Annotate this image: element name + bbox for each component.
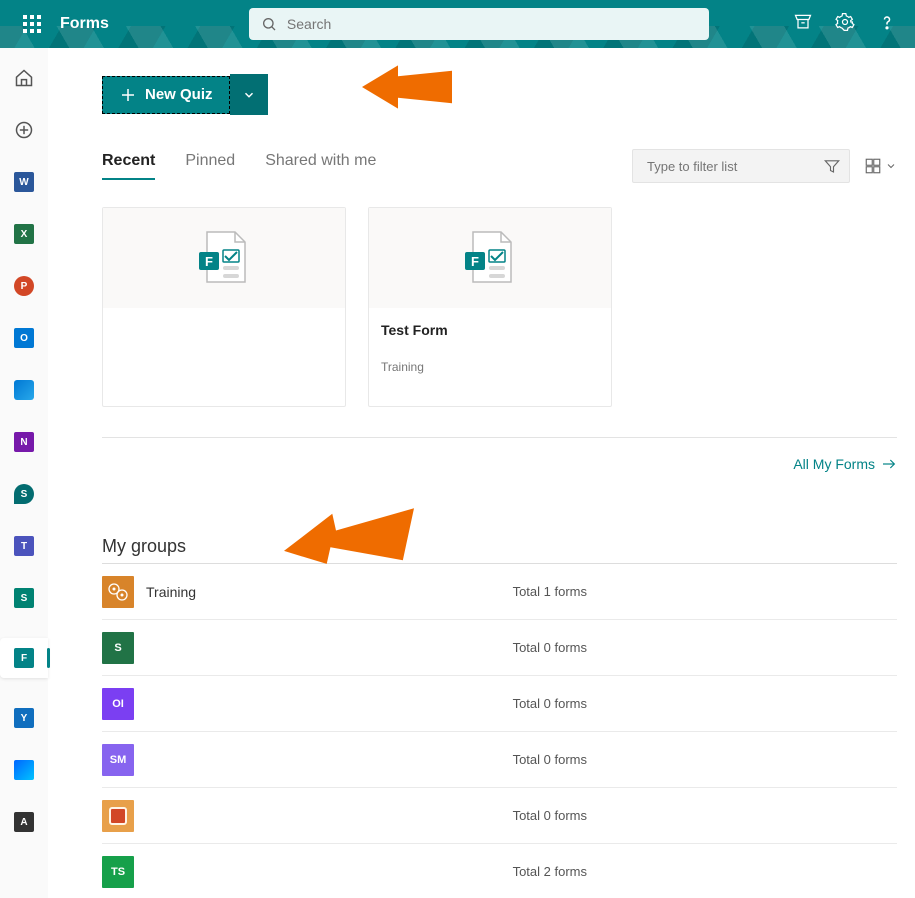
tab-recent[interactable]: Recent — [102, 152, 155, 180]
group-total: Total 1 forms — [513, 584, 587, 599]
grid-icon — [864, 157, 882, 175]
card-subtitle: Training — [381, 360, 599, 374]
svg-text:F: F — [205, 254, 213, 269]
tab-shared-with-me[interactable]: Shared with me — [265, 152, 376, 180]
group-row[interactable]: Training Total 1 forms — [102, 564, 897, 620]
group-name-redacted — [146, 638, 346, 658]
all-forms-link[interactable]: All My Forms — [793, 456, 897, 472]
chevron-down-icon — [242, 88, 256, 102]
filter-icon[interactable] — [823, 157, 841, 175]
rail-item-yammer[interactable]: Y — [12, 706, 36, 730]
my-groups-heading: My groups — [102, 536, 897, 557]
group-name-redacted — [146, 862, 346, 882]
waffle-icon — [23, 15, 41, 33]
group-total: Total 0 forms — [513, 696, 587, 711]
rail-item-admin[interactable]: A — [12, 810, 36, 834]
filter-input[interactable] — [647, 159, 823, 174]
rail-item-excel[interactable]: X — [12, 222, 36, 246]
search-input[interactable] — [277, 16, 709, 32]
group-row[interactable]: SM Total 0 forms — [102, 732, 897, 788]
help-icon[interactable] — [877, 12, 897, 37]
form-card[interactable]: F — [102, 207, 346, 407]
group-icon: TS — [102, 856, 134, 888]
rail-item-onedrive[interactable] — [12, 378, 36, 402]
group-icon: SM — [102, 744, 134, 776]
new-quiz-label: New Quiz — [145, 86, 213, 103]
group-total: Total 0 forms — [513, 640, 587, 655]
tabs-row: Recent Pinned Shared with me — [102, 149, 897, 183]
group-row[interactable]: Total 0 forms — [102, 788, 897, 844]
group-total: Total 0 forms — [513, 752, 587, 767]
group-icon — [102, 576, 134, 608]
annotation-arrow-1 — [362, 60, 452, 114]
rail-item-home[interactable] — [12, 66, 36, 90]
form-card[interactable]: F Test Form Training — [368, 207, 612, 407]
divider — [102, 437, 897, 438]
all-forms-label: All My Forms — [793, 456, 875, 472]
groups-list: Training Total 1 forms S Total 0 forms OI Tot… — [102, 564, 897, 898]
new-quiz-dropdown[interactable] — [230, 74, 268, 115]
annotation-arrow-2 — [284, 502, 414, 572]
rail-item-outlook[interactable]: O — [12, 326, 36, 350]
rail-item-teams[interactable]: T — [12, 534, 36, 558]
chevron-down-icon — [885, 160, 897, 172]
svg-text:F: F — [471, 254, 479, 269]
search-icon — [261, 16, 277, 32]
promotion-icon[interactable] — [793, 12, 813, 37]
rail-item-ppt[interactable]: P — [12, 274, 36, 298]
group-total: Total 2 forms — [513, 864, 587, 879]
rail-item-word[interactable]: W — [12, 170, 36, 194]
main-content: New Quiz Recent Pinned Shared with me F F Te… — [48, 48, 915, 898]
app-launcher[interactable] — [8, 0, 56, 48]
cards-grid: F F Test Form Training — [102, 207, 897, 407]
plus-icon — [119, 86, 137, 104]
group-row[interactable]: S Total 0 forms — [102, 620, 897, 676]
filter-box[interactable] — [632, 149, 850, 183]
settings-icon[interactable] — [835, 12, 855, 37]
side-rail: W X P O N S T S F Y A — [0, 48, 48, 898]
rail-item-sway[interactable]: S — [12, 586, 36, 610]
group-name: Training — [146, 584, 366, 600]
group-name-redacted — [146, 750, 346, 770]
new-quiz-button[interactable]: New Quiz — [102, 76, 230, 114]
view-toggle[interactable] — [864, 157, 897, 175]
app-title: Forms — [60, 15, 109, 33]
rail-item-forms[interactable]: F — [0, 638, 48, 678]
group-icon — [102, 800, 134, 832]
arrow-right-icon — [881, 456, 897, 472]
rail-item-create[interactable] — [12, 118, 36, 142]
card-thumb: F — [103, 208, 345, 308]
card-title: Test Form — [381, 322, 599, 338]
tab-pinned[interactable]: Pinned — [185, 152, 235, 180]
group-total: Total 0 forms — [513, 808, 587, 823]
rail-item-onenote[interactable]: N — [12, 430, 36, 454]
new-quiz-row: New Quiz — [102, 74, 897, 115]
card-thumb: F — [369, 208, 611, 308]
rail-item-pa[interactable] — [12, 758, 36, 782]
group-row[interactable]: OI Total 0 forms — [102, 676, 897, 732]
group-icon: OI — [102, 688, 134, 720]
search-box[interactable] — [249, 8, 709, 40]
group-row[interactable]: TS Total 2 forms — [102, 844, 897, 898]
group-name-redacted — [146, 694, 346, 714]
group-icon: S — [102, 632, 134, 664]
rail-item-sp[interactable]: S — [12, 482, 36, 506]
group-name-redacted — [146, 806, 346, 826]
header-bar: Forms — [0, 0, 915, 48]
all-forms-link-row: All My Forms — [102, 456, 897, 472]
